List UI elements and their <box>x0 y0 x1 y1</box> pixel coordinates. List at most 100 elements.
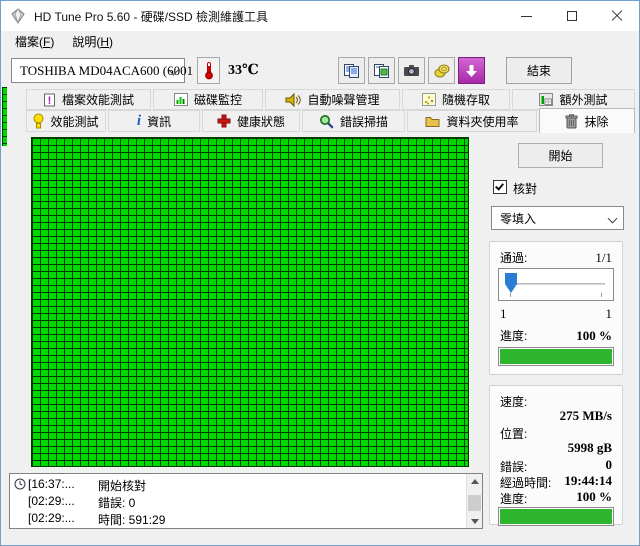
speaker-icon <box>285 93 301 107</box>
copy-text-button[interactable] <box>338 57 365 84</box>
status-progress-value: 100 % <box>576 489 612 505</box>
drive-select-value: TOSHIBA MD04ACA600 (6001 gB) <box>20 63 216 79</box>
tab-row-2: 效能測試 i 資訊 健康狀態 錯誤掃描 資料夾使用率 抹除 <box>26 110 637 132</box>
speed-value: 275 MB/s <box>560 408 612 424</box>
pass-label: 通過: <box>500 249 527 266</box>
camera-icon <box>403 64 420 77</box>
tab-folder-usage[interactable]: 資料夾使用率 <box>407 110 537 132</box>
status-group: 速度: 275 MB/s 位置: 5998 gB 錯誤: 0 經過時間: 19:… <box>489 385 623 525</box>
pass-progress-bar <box>498 347 614 366</box>
log-message: 開始核對 <box>98 477 146 494</box>
close-button[interactable] <box>594 1 639 31</box>
exit-button[interactable]: 結束 <box>506 57 572 84</box>
minimize-button[interactable] <box>504 1 549 31</box>
log-box: [16:37:... 開始核對 [02:29:... 錯誤: 0 [02:29:… <box>9 473 483 529</box>
check-icon <box>495 181 504 190</box>
chevron-down-icon <box>608 214 618 224</box>
close-icon <box>611 10 623 22</box>
position-label: 位置: <box>500 425 527 442</box>
log-entry: [02:29:... 錯誤: 0 <box>10 494 464 510</box>
slider-thumb-icon[interactable] <box>505 273 517 293</box>
coins-button[interactable] <box>428 57 455 84</box>
slider-min-label: 1 <box>500 306 507 322</box>
scrollbar-thumb[interactable] <box>468 495 481 511</box>
tab-info[interactable]: i 資訊 <box>108 110 200 132</box>
position-value: 5998 gB <box>568 440 612 456</box>
disk-monitor-icon <box>174 93 188 106</box>
magnifier-icon <box>319 114 334 129</box>
tab-error-scan[interactable]: 錯誤掃描 <box>302 110 405 132</box>
extra-tests-icon <box>539 93 553 106</box>
tab-random-access[interactable]: 隨機存取 <box>402 89 510 110</box>
tab-benchmark[interactable]: 效能測試 <box>26 110 106 132</box>
maximize-icon <box>567 11 577 21</box>
tab-file-benchmark[interactable]: ! 檔案效能測試 <box>26 89 151 110</box>
verify-checkbox[interactable] <box>493 180 507 194</box>
svg-text:!: ! <box>48 95 52 107</box>
log-time: [02:29:... <box>28 494 75 508</box>
arrow-up-icon <box>471 479 479 484</box>
file-benchmark-icon: ! <box>43 93 56 107</box>
info-icon: i <box>137 115 141 128</box>
copy-image-icon <box>373 63 390 79</box>
lightbulb-icon <box>33 113 44 129</box>
erase-block-grid <box>31 137 469 467</box>
pass-progress-label: 進度: <box>500 327 527 344</box>
pass-value: 1/1 <box>595 250 612 266</box>
window-title: HD Tune Pro 5.60 - 硬碟/SSD 檢測維護工具 <box>34 8 268 25</box>
start-button[interactable]: 開始 <box>518 143 603 168</box>
log-entry: [02:29:... 時間: 591:29 <box>10 511 464 527</box>
scroll-up-button[interactable] <box>467 474 482 488</box>
status-progress-bar <box>498 507 614 526</box>
maximize-button[interactable] <box>549 1 594 31</box>
log-time: [02:29:... <box>28 511 75 525</box>
status-progress-label: 進度: <box>500 490 527 507</box>
erase-method-value: 零填入 <box>500 210 536 227</box>
menu-bar: 檔案(F) 說明(H) <box>1 31 639 52</box>
pass-progress-value: 100 % <box>576 328 612 344</box>
drive-select[interactable]: TOSHIBA MD04ACA600 (6001 gB) <box>11 58 185 83</box>
coins-icon <box>434 63 450 78</box>
screenshot-button[interactable] <box>398 57 425 84</box>
tab-disk-monitor[interactable]: 磁碟監控 <box>153 89 263 110</box>
thermometer-icon <box>204 61 214 80</box>
window-controls <box>504 1 639 31</box>
trash-icon <box>565 114 578 129</box>
health-cross-icon <box>217 114 231 128</box>
tab-erase[interactable]: 抹除 <box>539 108 635 133</box>
download-arrow-icon <box>465 64 478 78</box>
slider-tick <box>510 293 511 297</box>
log-message: 時間: 591:29 <box>98 511 165 528</box>
status-progress-fill <box>500 509 612 524</box>
folder-icon <box>425 115 440 128</box>
erase-method-select[interactable]: 零填入 <box>491 206 624 230</box>
tab-aam[interactable]: 自動噪聲管理 <box>265 89 400 110</box>
tab-row-1: ! 檔案效能測試 磁碟監控 自動噪聲管理 隨機存取 額外測試 <box>26 89 637 110</box>
tab-extra-tests[interactable]: 額外測試 <box>512 89 635 110</box>
arrow-down-icon <box>471 519 479 524</box>
elapsed-value: 19:44:14 <box>564 473 612 489</box>
elapsed-label: 經過時間: <box>500 474 551 491</box>
verify-checkbox-label: 核對 <box>513 180 537 197</box>
menu-help[interactable]: 說明(H) <box>63 31 122 52</box>
hdtune-diamond-icon <box>10 8 26 24</box>
pass-progress-fill <box>500 349 612 364</box>
errors-label: 錯誤: <box>500 458 527 475</box>
copy-text-icon <box>343 63 360 79</box>
minimize-icon <box>521 16 532 17</box>
screen-artifact-strip <box>2 87 7 146</box>
copy-image-button[interactable] <box>368 57 395 84</box>
slider-track[interactable] <box>507 283 605 285</box>
speed-label: 速度: <box>500 393 527 410</box>
random-access-icon <box>422 93 436 106</box>
log-entry: [16:37:... 開始核對 <box>10 477 464 493</box>
scroll-down-button[interactable] <box>467 514 482 528</box>
log-time: [16:37:... <box>28 477 75 491</box>
log-scrollbar[interactable] <box>466 474 482 528</box>
tab-health[interactable]: 健康狀態 <box>202 110 300 132</box>
temperature-button[interactable] <box>197 57 220 84</box>
download-button[interactable] <box>458 57 485 84</box>
slider-tick <box>601 293 602 297</box>
menu-file[interactable]: 檔案(F) <box>6 31 63 52</box>
pass-slider[interactable] <box>498 268 614 301</box>
